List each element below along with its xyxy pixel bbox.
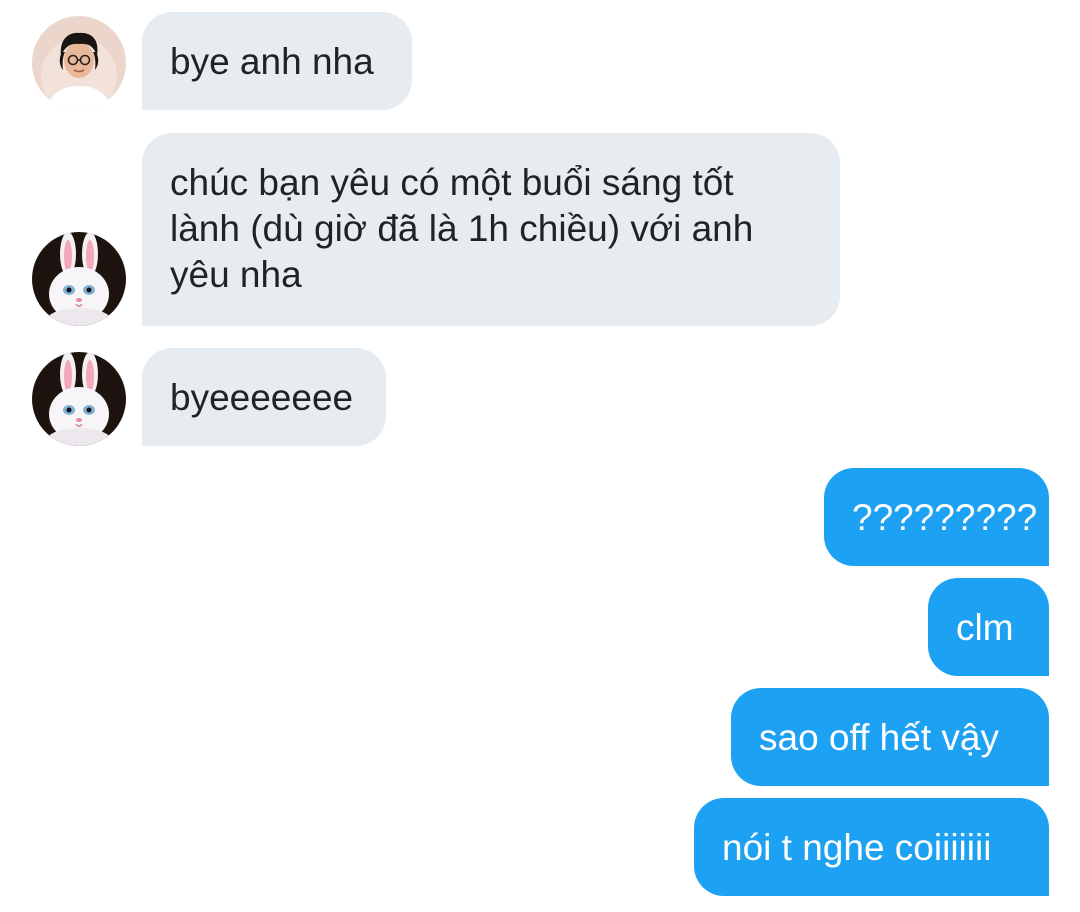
outgoing-message-bubble[interactable]: nói t nghe coiiiiiii [694, 798, 1049, 896]
incoming-message-bubble[interactable]: chúc bạn yêu có một buổi sáng tốt lành (… [142, 133, 840, 326]
message-text: clm [956, 607, 1014, 648]
message-text: sao off hết vậy [759, 717, 999, 758]
message-text: bye anh nha [170, 41, 374, 82]
person-avatar[interactable] [32, 16, 126, 110]
outgoing-message-bubble[interactable]: ????????? [824, 468, 1049, 566]
bunny-avatar[interactable] [32, 232, 126, 326]
outgoing-message-bubble[interactable]: sao off hết vậy [731, 688, 1049, 786]
incoming-message-bubble[interactable]: byeeeeeee [142, 348, 386, 446]
outgoing-message-bubble[interactable]: clm [928, 578, 1049, 676]
message-text: byeeeeeee [170, 377, 354, 418]
message-text: ????????? [852, 497, 1038, 538]
message-text-line: lành (dù giờ đã là 1h chiều) với anh [170, 208, 754, 249]
bunny-avatar[interactable] [32, 352, 126, 446]
incoming-message-bubble[interactable]: bye anh nha [142, 12, 412, 110]
message-text-line: yêu nha [170, 254, 302, 295]
message-text: nói t nghe coiiiiiii [722, 827, 992, 868]
message-text-line: chúc bạn yêu có một buổi sáng tốt [170, 162, 734, 203]
